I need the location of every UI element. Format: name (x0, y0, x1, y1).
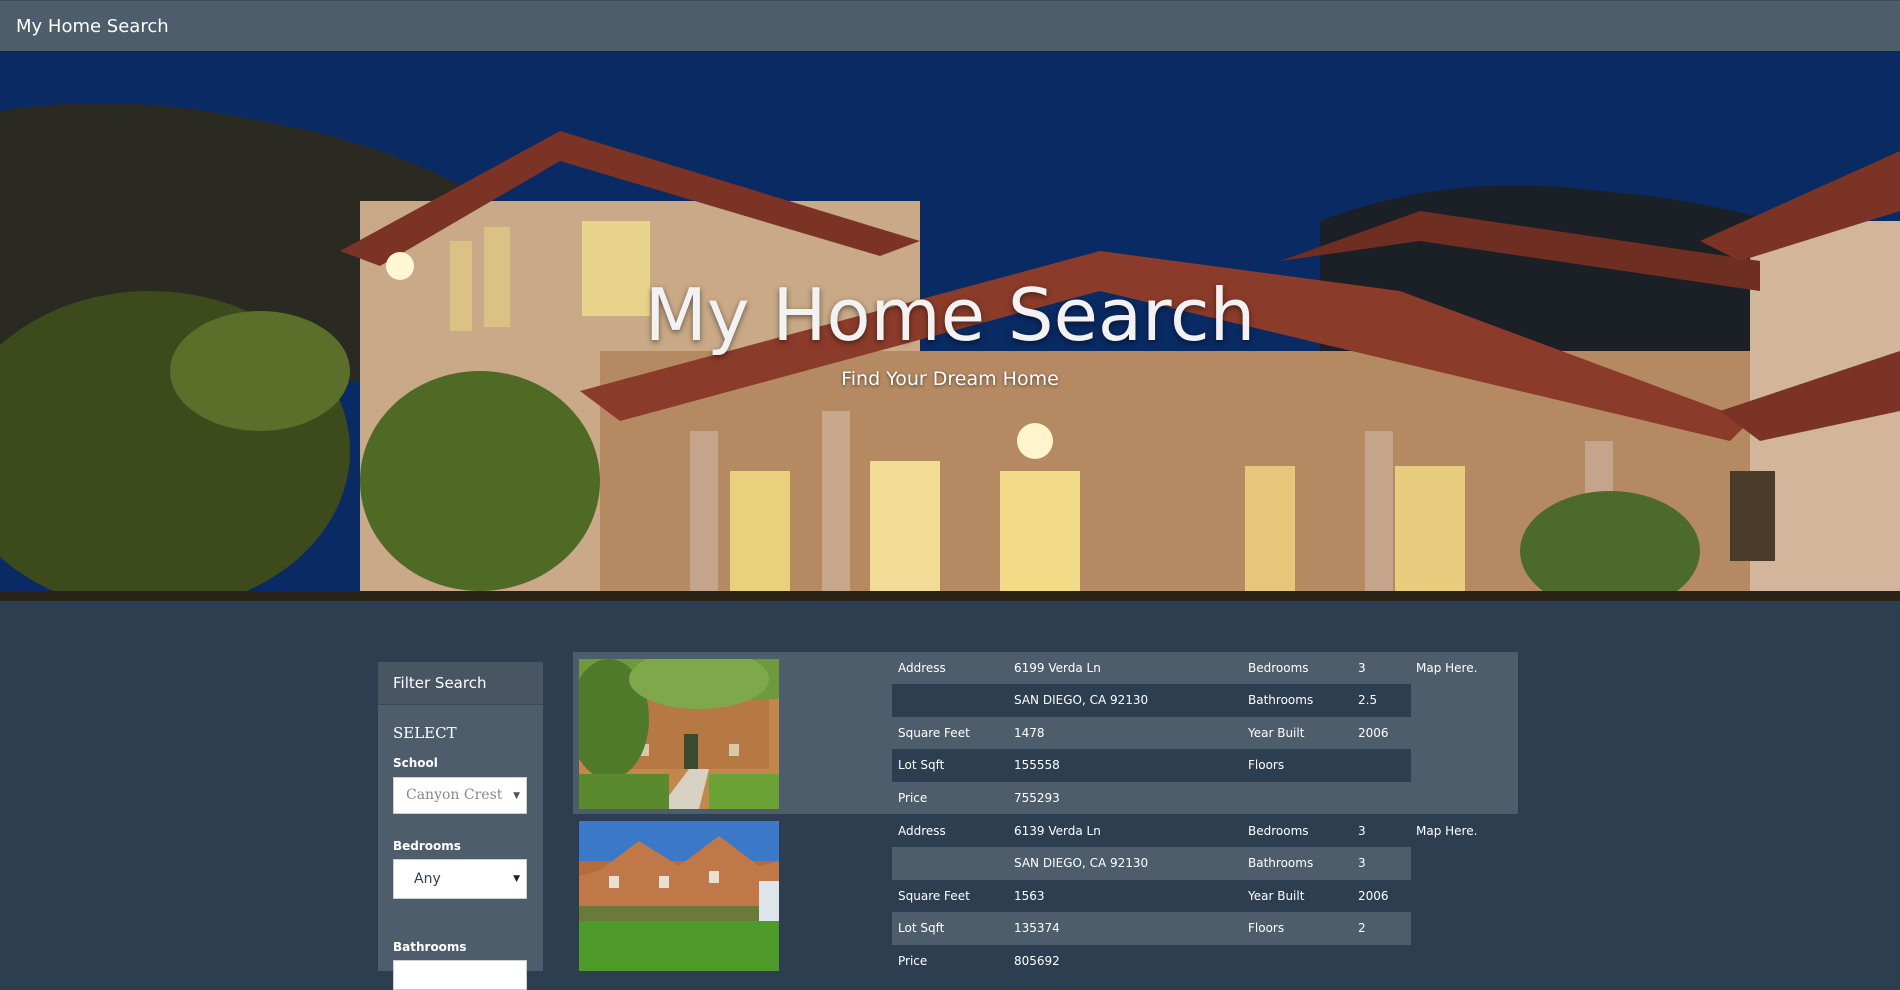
hero-banner: My Home Search Find Your Dream Home (0, 51, 1900, 601)
price-label: Price (898, 953, 928, 968)
bedrooms-value: 3 (1358, 661, 1366, 675)
bedrooms-label: Bedrooms (393, 839, 461, 853)
map-placeholder: Map Here. (1416, 824, 1478, 838)
school-label: School (393, 756, 438, 770)
sqft-value: 1478 (1014, 725, 1045, 740)
chevron-down-icon: ▼ (513, 791, 520, 801)
listing-photo-cell (573, 815, 892, 977)
bathrooms-select[interactable] (393, 960, 527, 990)
sqft-label: Square Feet (898, 888, 970, 903)
listing-details: Address 6199 Verda Ln Bedrooms 3 SAN DIE… (892, 652, 1411, 814)
lot-row: Lot Sqft 135374 Floors 2 (892, 912, 1411, 945)
price-value: 805692 (1014, 953, 1060, 968)
year-built-label: Year Built (1248, 888, 1305, 903)
bedrooms-value: 3 (1358, 824, 1366, 838)
floors-value: 2 (1358, 921, 1366, 936)
bathrooms-label: Bathrooms (1248, 856, 1314, 871)
bathrooms-label: Bathrooms (393, 940, 467, 954)
listing-details: Address 6139 Verda Ln Bedrooms 3 SAN DIE… (892, 815, 1411, 977)
city-value: SAN DIEGO, CA 92130 (1014, 693, 1149, 708)
listing-photo[interactable] (579, 821, 779, 971)
price-row: Price 755293 (892, 781, 1411, 814)
filter-panel: Filter Search SELECT School Canyon Crest… (378, 662, 543, 990)
chevron-down-icon: ▼ (513, 874, 520, 884)
bedrooms-label: Bedrooms (1248, 661, 1309, 675)
navbar-brand[interactable]: My Home Search (16, 16, 169, 37)
sqft-row: Square Feet 1563 Year Built 2006 (892, 879, 1411, 913)
price-label: Price (898, 790, 928, 805)
top-navbar: My Home Search (0, 0, 1900, 51)
price-row: Price 805692 (892, 944, 1411, 977)
sqft-label: Square Feet (898, 725, 970, 740)
school-select[interactable]: Canyon Crest ▼ (393, 777, 527, 814)
school-select-value: Canyon Crest (406, 787, 503, 803)
floors-label: Floors (1248, 758, 1285, 773)
lot-label: Lot Sqft (898, 758, 945, 773)
bathrooms-value: 2.5 (1358, 693, 1378, 708)
lot-value: 155558 (1014, 758, 1060, 773)
listing-photo[interactable] (579, 659, 779, 809)
lot-value: 135374 (1014, 921, 1060, 936)
bathrooms-value: 3 (1358, 856, 1366, 871)
city-row: SAN DIEGO, CA 92130 Bathrooms 3 (892, 847, 1411, 880)
lot-label: Lot Sqft (898, 921, 945, 936)
listing-photo-cell (573, 652, 892, 814)
listing-card: Address 6199 Verda Ln Bedrooms 3 SAN DIE… (573, 652, 1518, 814)
address-row: Address 6139 Verda Ln Bedrooms 3 (892, 815, 1411, 848)
price-value: 755293 (1014, 790, 1060, 805)
map-placeholder: Map Here. (1416, 661, 1478, 675)
address-label: Address (898, 661, 946, 675)
city-row: SAN DIEGO, CA 92130 Bathrooms 2.5 (892, 684, 1411, 717)
sqft-row: Square Feet 1478 Year Built 2006 (892, 716, 1411, 750)
select-title: SELECT (393, 724, 457, 742)
address-value: 6139 Verda Ln (1014, 824, 1101, 838)
map-cell: Map Here. (1411, 652, 1518, 814)
lot-row: Lot Sqft 155558 Floors (892, 749, 1411, 782)
bedrooms-label: Bedrooms (1248, 824, 1309, 838)
year-built-value: 2006 (1358, 888, 1389, 903)
hero-subtitle: Find Your Dream Home (841, 368, 1059, 390)
filter-heading: Filter Search (378, 662, 543, 705)
map-cell: Map Here. (1411, 815, 1518, 977)
year-built-label: Year Built (1248, 725, 1305, 740)
sqft-value: 1563 (1014, 888, 1045, 903)
address-label: Address (898, 824, 946, 838)
bedrooms-select[interactable]: Any ▼ (393, 859, 527, 899)
bedrooms-select-value: Any (414, 871, 441, 887)
address-row: Address 6199 Verda Ln Bedrooms 3 (892, 652, 1411, 685)
address-value: 6199 Verda Ln (1014, 661, 1101, 675)
floors-label: Floors (1248, 921, 1285, 936)
city-value: SAN DIEGO, CA 92130 (1014, 856, 1149, 871)
bathrooms-label: Bathrooms (1248, 693, 1314, 708)
year-built-value: 2006 (1358, 725, 1389, 740)
hero-title: My Home Search (644, 273, 1256, 357)
listing-card: Address 6139 Verda Ln Bedrooms 3 SAN DIE… (573, 815, 1518, 977)
